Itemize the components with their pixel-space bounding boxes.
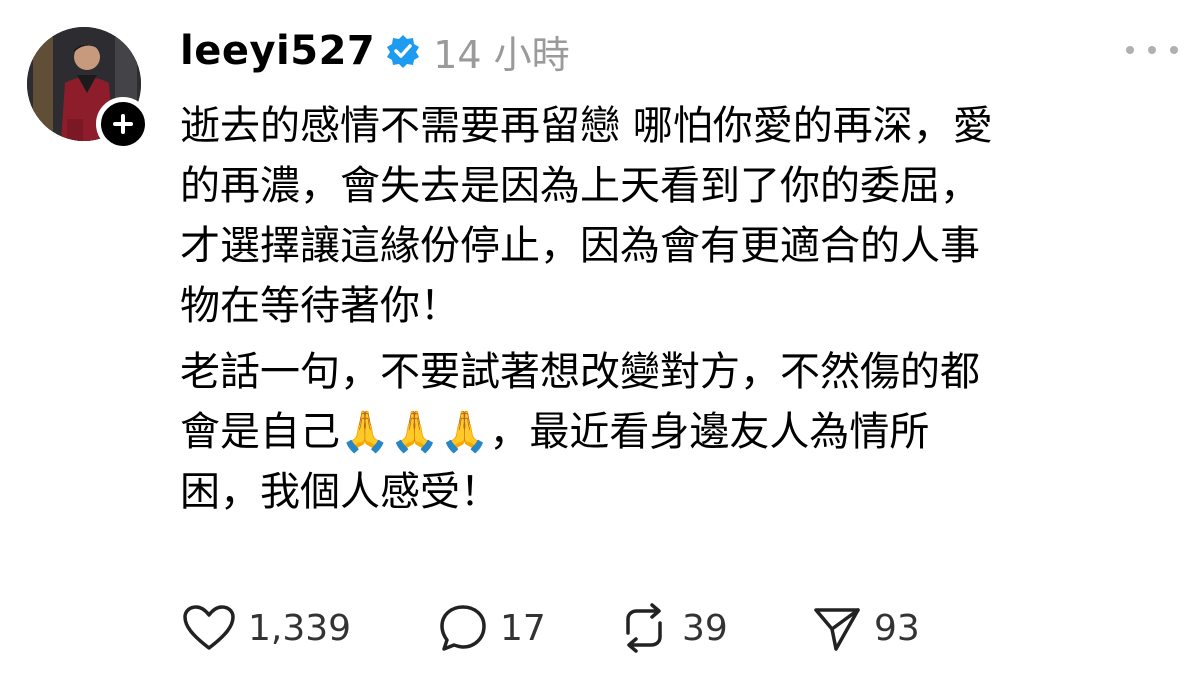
- post-timestamp: 14 小時: [433, 32, 570, 77]
- like-count: 1,339: [248, 607, 352, 649]
- repost-icon: [626, 603, 662, 653]
- plus-icon: [113, 114, 133, 134]
- heart-icon: [183, 605, 235, 650]
- more-horizontal-icon: [1126, 46, 1134, 54]
- username[interactable]: leeyi527: [180, 28, 375, 74]
- more-horizontal-icon: [1170, 46, 1178, 54]
- follow-button[interactable]: [96, 97, 150, 151]
- share-count: 93: [874, 607, 920, 649]
- post-body: 逝去的感情不需要再留戀 哪怕你愛的再深，愛 的再濃，會失去是因為上天看到了你的委…: [180, 96, 1180, 528]
- reply-button[interactable]: 17: [438, 603, 568, 653]
- repost-button[interactable]: 39: [618, 603, 768, 653]
- thread-post: leeyi527 14 小時 逝去的感情不需要再留戀 哪怕你愛的再深，愛 的再濃…: [0, 0, 1200, 675]
- post-paragraph: 老話一句，不要試著想改變對方，不然傷的都 會是自己🙏🙏🙏，最近看身邊友人為情所 …: [180, 349, 980, 515]
- more-options-button[interactable]: [1126, 36, 1178, 64]
- more-horizontal-icon: [1148, 46, 1156, 54]
- share-button[interactable]: 93: [812, 603, 920, 653]
- send-icon: [814, 608, 860, 651]
- reply-count: 17: [500, 607, 546, 649]
- verified-badge-icon: [385, 33, 421, 69]
- speech-bubble-icon: [440, 605, 486, 651]
- action-bar: 1,339 17 39 93: [182, 598, 920, 658]
- like-button[interactable]: 1,339: [182, 604, 382, 652]
- post-header: leeyi527 14 小時: [180, 24, 570, 78]
- repost-count: 39: [682, 607, 728, 649]
- post-paragraph: 逝去的感情不需要再留戀 哪怕你愛的再深，愛 的再濃，會失去是因為上天看到了你的委…: [180, 103, 993, 329]
